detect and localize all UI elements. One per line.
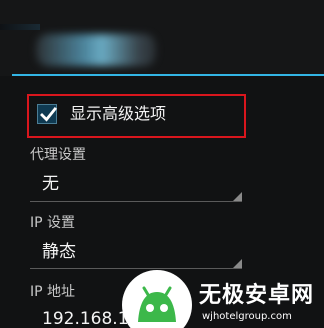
watermark-site-name: 无极安卓网 — [199, 283, 315, 308]
show-advanced-label[interactable]: 显示高级选项 — [70, 103, 166, 125]
ip-address-input[interactable]: 192.168.1. — [42, 308, 134, 328]
ip-settings-dropdown-icon[interactable] — [233, 259, 242, 268]
ip-settings-label: IP 设置 — [30, 215, 76, 231]
proxy-spinner-underline — [30, 201, 242, 202]
proxy-label: 代理设置 — [30, 147, 86, 163]
android-logo-icon — [138, 286, 176, 322]
proxy-spinner-value[interactable]: 无 — [42, 173, 59, 195]
status-edge — [0, 24, 40, 30]
ip-settings-spinner-value[interactable]: 静态 — [42, 241, 76, 263]
ip-address-label: IP 地址 — [30, 284, 76, 300]
dialog-title-bar — [0, 0, 324, 76]
ip-settings-spinner-underline — [30, 268, 242, 269]
dialog-title-redacted — [36, 34, 156, 66]
wifi-config-dialog: 显示高级选项 代理设置 无 IP 设置 静态 IP 地址 192.168.1. … — [0, 0, 324, 328]
checkmark-icon — [40, 107, 57, 122]
watermark-logo-circle — [122, 270, 192, 328]
watermark-site-url: wjhotelgroup.com — [202, 311, 292, 322]
show-advanced-checkbox[interactable] — [37, 104, 57, 124]
proxy-dropdown-icon[interactable] — [233, 192, 242, 201]
